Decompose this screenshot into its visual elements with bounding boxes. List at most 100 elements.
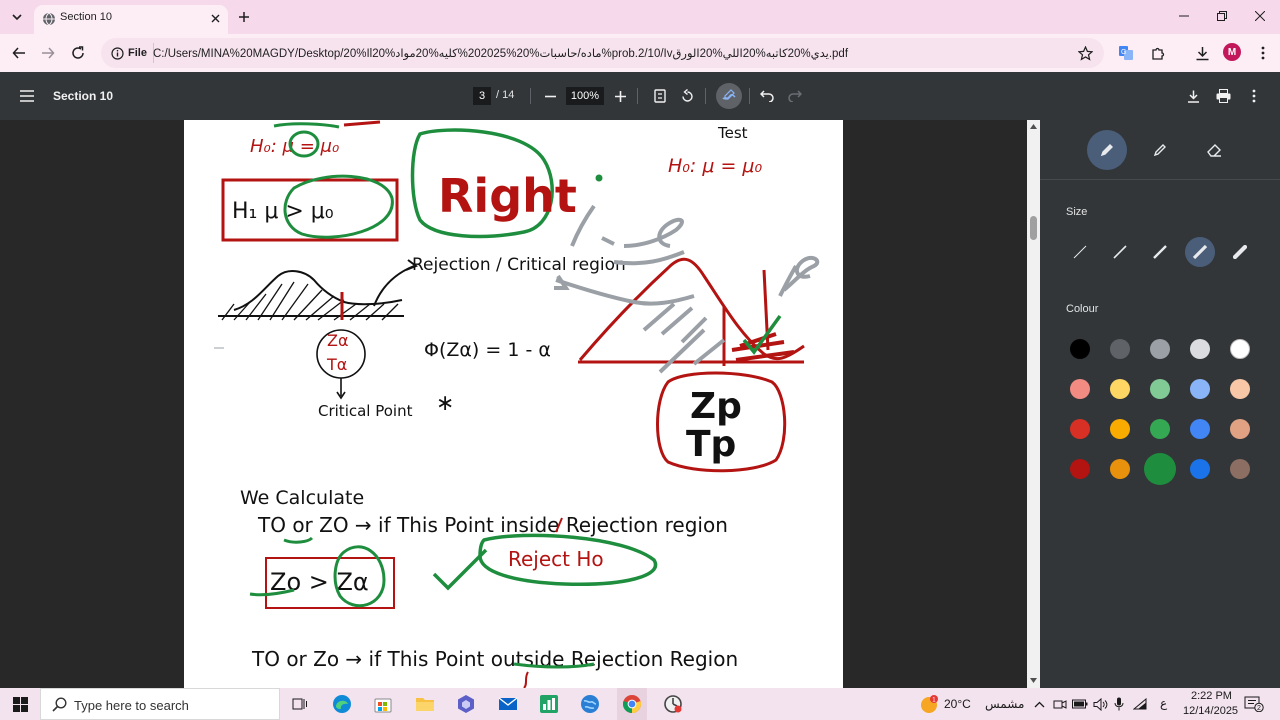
bookmark-button[interactable] [1075, 43, 1095, 63]
tray-overflow-button[interactable] [1031, 696, 1047, 712]
clock-time[interactable]: 2:22 PM [1191, 690, 1232, 702]
sun-icon: 1 [921, 695, 938, 713]
downloads-button[interactable] [1191, 42, 1213, 64]
colour-swatch[interactable] [1150, 339, 1170, 359]
forward-button[interactable] [37, 42, 59, 64]
store-app[interactable] [370, 692, 396, 716]
network-button[interactable] [1132, 696, 1148, 712]
app-cube[interactable] [453, 692, 479, 716]
chrome-app[interactable] [619, 692, 645, 716]
notification-count: 2 [1257, 705, 1261, 712]
pen-tool-button[interactable] [1087, 130, 1127, 170]
tab-title: Section 10 [60, 11, 112, 23]
taskbar-search[interactable]: Type here to search [40, 688, 280, 720]
zoom-input[interactable]: 100% [566, 87, 604, 105]
fit-page-button[interactable] [649, 85, 671, 107]
size-option-1[interactable] [1065, 237, 1095, 267]
colour-swatch[interactable] [1070, 339, 1090, 359]
scroll-thumb[interactable] [1030, 216, 1037, 240]
notifications-button[interactable]: 2 [1243, 695, 1265, 713]
vertical-scrollbar[interactable] [1027, 120, 1040, 688]
tray-meet-icon[interactable] [1052, 696, 1068, 712]
extensions-button[interactable] [1147, 42, 1169, 64]
colour-swatch[interactable] [1190, 339, 1210, 359]
close-window-button[interactable] [1242, 4, 1278, 28]
tab-search-button[interactable] [6, 6, 28, 28]
highlighter-icon [1153, 144, 1166, 157]
pdf-toolbar: Section 10 3 / 14 100% [0, 72, 1280, 120]
minimize-button[interactable] [1166, 4, 1202, 28]
print-button[interactable] [1212, 85, 1234, 107]
weather-icon[interactable]: 1 [919, 694, 939, 714]
colour-swatch[interactable] [1190, 459, 1210, 479]
volume-button[interactable] [1092, 696, 1108, 712]
rotate-button[interactable] [676, 85, 698, 107]
tab-close-button[interactable] [208, 11, 222, 25]
zoom-in-button[interactable] [609, 85, 631, 107]
redo-button[interactable] [784, 85, 806, 107]
colour-swatch[interactable] [1070, 459, 1090, 479]
microphone-button[interactable] [1111, 696, 1127, 712]
translate-button[interactable]: G [1115, 42, 1137, 64]
new-tab-button[interactable] [234, 7, 254, 27]
address-bar[interactable]: File C:/Users/MINA%20MAGDY/Desktop/20%اl… [101, 38, 1104, 68]
browser-menu-button[interactable] [1252, 42, 1274, 64]
highlighter-tool-button[interactable] [1140, 130, 1180, 170]
colour-swatch[interactable] [1190, 379, 1210, 399]
colour-swatch[interactable] [1144, 453, 1176, 485]
battery-icon-button[interactable] [1072, 696, 1088, 712]
pdf-download-button[interactable] [1182, 85, 1204, 107]
zoom-out-button[interactable] [539, 85, 561, 107]
colour-swatch[interactable] [1150, 419, 1170, 439]
colour-swatch[interactable] [1190, 419, 1210, 439]
colour-swatch[interactable] [1230, 459, 1250, 479]
more-vert-icon [1261, 46, 1265, 60]
weather-temp[interactable]: 20°C [944, 697, 971, 711]
input-language[interactable]: ع [1160, 696, 1167, 710]
size-option-2[interactable] [1105, 237, 1135, 267]
globe-app[interactable] [577, 692, 603, 716]
size-option-3[interactable] [1145, 237, 1175, 267]
pdf-menu-button[interactable] [16, 85, 38, 107]
colour-swatch[interactable] [1110, 419, 1130, 439]
size-label: Size [1066, 206, 1088, 218]
pdf-page[interactable]: H₀: μ = μ₀ H₁ μ > μ₀ Right Test H₀: μ = … [184, 120, 843, 688]
annotate-button[interactable] [716, 83, 742, 109]
site-info-chip[interactable]: File [107, 43, 154, 63]
pdf-more-button[interactable] [1243, 85, 1265, 107]
colour-swatch[interactable] [1110, 459, 1130, 479]
snipping-app[interactable] [660, 692, 686, 716]
task-view-button[interactable] [287, 692, 313, 716]
colour-swatch[interactable] [1230, 339, 1250, 359]
start-button[interactable] [6, 692, 34, 716]
reload-button[interactable] [67, 42, 89, 64]
size-option-4[interactable] [1185, 237, 1215, 267]
clock-date[interactable]: 12/14/2025 [1183, 705, 1238, 717]
edge-app[interactable] [329, 692, 355, 716]
colour-swatch[interactable] [1230, 419, 1250, 439]
colour-swatch[interactable] [1110, 339, 1130, 359]
maximize-button[interactable] [1204, 4, 1240, 28]
page-number-input[interactable]: 3 [473, 87, 491, 105]
colour-swatch[interactable] [1070, 379, 1090, 399]
arrow-to-region [373, 265, 415, 307]
pdf-viewer[interactable]: H₀: μ = μ₀ H₁ μ > μ₀ Right Test H₀: μ = … [0, 120, 1040, 688]
tab-section-10[interactable]: Section 10 [34, 5, 228, 34]
scroll-up-button[interactable] [1029, 122, 1038, 131]
back-button[interactable] [8, 42, 30, 64]
colour-swatch[interactable] [1110, 379, 1130, 399]
undo-button[interactable] [756, 85, 778, 107]
eraser-tool-button[interactable] [1194, 130, 1234, 170]
mail-app[interactable] [495, 692, 521, 716]
size-option-5[interactable] [1225, 237, 1255, 267]
colour-swatch[interactable] [1230, 379, 1250, 399]
file-explorer-app[interactable] [412, 692, 438, 716]
colour-swatch[interactable] [1150, 379, 1170, 399]
sheets-app[interactable] [536, 692, 562, 716]
scroll-down-button[interactable] [1029, 676, 1038, 685]
profile-avatar[interactable]: M [1223, 43, 1241, 61]
battery-icon [1072, 699, 1088, 709]
weather-text[interactable]: مشمس [985, 697, 1024, 711]
colour-swatch[interactable] [1070, 419, 1090, 439]
edge-icon [333, 695, 351, 713]
